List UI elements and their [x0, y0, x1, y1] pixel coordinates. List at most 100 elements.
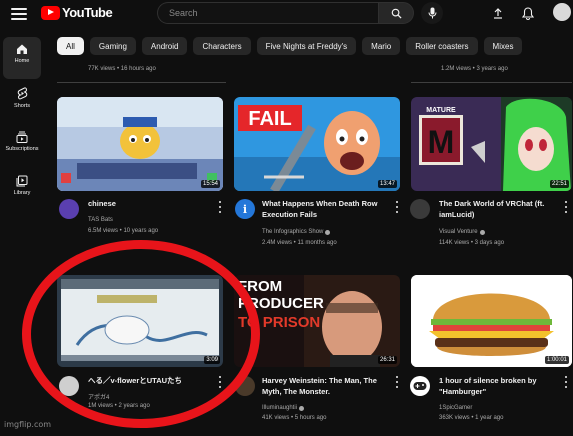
- channel-name-text: Illuminaughtii: [262, 405, 298, 411]
- bell-icon: [522, 6, 534, 20]
- svg-text:M: M: [428, 124, 455, 160]
- more-actions-icon[interactable]: [217, 376, 223, 388]
- thumbnail-text: FAIL: [248, 108, 291, 130]
- top-bar: YouTube Search: [0, 0, 573, 28]
- notifications-button[interactable]: [519, 4, 537, 22]
- duration-badge: 1:00:01: [544, 356, 569, 364]
- duration-badge: 15:54: [200, 180, 220, 188]
- video-title[interactable]: へる／v-flowerとUTAUたち: [88, 375, 216, 386]
- divider: [57, 82, 226, 83]
- sidebar-item-subscriptions[interactable]: Subscriptions: [0, 131, 44, 152]
- create-button[interactable]: [489, 5, 507, 21]
- video-meta: 6.5M views • 10 years ago: [88, 228, 159, 234]
- home-icon: [17, 44, 27, 54]
- sidebar: Home Shorts Subscriptions Library: [0, 28, 44, 436]
- thumbnail-text: MATURE: [426, 107, 456, 114]
- search-placeholder: Search: [169, 8, 198, 18]
- microphone-icon: [428, 7, 436, 19]
- chip-all[interactable]: All: [57, 37, 84, 55]
- weinstein-thumbnail-art: FROM PRODUCER TO PRISON: [234, 275, 400, 367]
- voice-search-button[interactable]: [421, 2, 443, 24]
- duration-badge: 22:51: [549, 180, 569, 188]
- sidebar-item-label: Home: [14, 58, 30, 64]
- youtube-logo[interactable]: YouTube: [41, 5, 113, 20]
- video-title[interactable]: The Dark World of VRChat (ft. iamLucid): [439, 198, 561, 220]
- channel-avatar[interactable]: [410, 376, 430, 396]
- channel-name[interactable]: Visual Venture: [439, 229, 485, 235]
- video-title[interactable]: chinese: [88, 198, 216, 209]
- verified-icon: [479, 229, 485, 235]
- filter-chips: All Gaming Android Characters Five Night…: [57, 37, 523, 55]
- upload-icon: [494, 7, 502, 19]
- chip-roller-coasters[interactable]: Roller coasters: [406, 37, 478, 55]
- more-actions-icon[interactable]: [563, 376, 569, 388]
- channel-avatar[interactable]: [59, 376, 79, 396]
- duration-badge: 13:47: [377, 180, 397, 188]
- chip-android[interactable]: Android: [141, 37, 188, 55]
- video-meta: 1M views • 2 years ago: [88, 403, 150, 409]
- sidebar-item-label: Subscriptions: [5, 146, 39, 152]
- channel-avatar[interactable]: [59, 199, 79, 219]
- chip-gaming[interactable]: Gaming: [89, 37, 136, 55]
- channel-name[interactable]: The Infographics Show: [262, 229, 331, 235]
- verified-icon: [325, 229, 331, 235]
- chip-characters[interactable]: Characters: [193, 37, 251, 55]
- library-icon: [16, 175, 28, 187]
- video-meta: 2.4M views • 11 months ago: [262, 240, 337, 246]
- channel-name-text: TAS Bats: [88, 217, 113, 223]
- imgflip-watermark: imgflip.com: [4, 420, 52, 429]
- chip-mixes[interactable]: Mixes: [483, 37, 523, 55]
- video-meta: 41K views • 5 hours ago: [262, 415, 327, 421]
- search-icon: [391, 8, 402, 19]
- chip-five-nights-at-freddys[interactable]: Five Nights at Freddy's: [256, 37, 357, 55]
- thumbnail-text: FROM: [238, 278, 282, 295]
- divider: [411, 82, 572, 83]
- more-actions-icon[interactable]: [394, 201, 400, 213]
- vrchat-thumbnail-art: M MATURE: [411, 97, 572, 191]
- video-thumbnail[interactable]: FAIL 13:47: [234, 97, 400, 191]
- more-actions-icon[interactable]: [217, 201, 223, 213]
- video-title[interactable]: Harvey Weinstein: The Man, The Myth, The…: [262, 375, 392, 397]
- execution-thumbnail-art: FAIL: [234, 97, 400, 191]
- youtube-play-icon: [41, 5, 60, 20]
- video-thumbnail[interactable]: 15:54: [57, 97, 223, 191]
- menu-icon[interactable]: [11, 6, 27, 20]
- search-input[interactable]: Search: [157, 2, 378, 24]
- channel-name[interactable]: TAS Bats: [88, 217, 113, 223]
- video-meta: 363K views • 1 year ago: [439, 415, 504, 421]
- video-thumbnail[interactable]: FROM PRODUCER TO PRISON 26:31: [234, 275, 400, 367]
- parappa-thumbnail-art: [57, 97, 223, 191]
- sidebar-item-shorts[interactable]: Shorts: [0, 87, 44, 109]
- video-thumbnail[interactable]: 3:09: [57, 275, 223, 367]
- channel-name-text: 1SpicGamer: [439, 405, 473, 411]
- channel-name[interactable]: Illuminaughtii: [262, 405, 305, 411]
- channel-name[interactable]: 1SpicGamer: [439, 405, 472, 411]
- channel-name-text: アポガ4: [88, 395, 110, 401]
- more-actions-icon[interactable]: [563, 201, 569, 213]
- video-meta: 1.2M views • 3 years ago: [441, 66, 508, 72]
- thumbnail-text: TO PRISON: [238, 314, 320, 331]
- channel-name-text: Visual Venture: [439, 229, 478, 235]
- verified-icon: [299, 405, 305, 411]
- video-thumbnail[interactable]: 1:00:01: [411, 275, 572, 367]
- search-button[interactable]: [378, 2, 414, 24]
- logo-text: YouTube: [62, 5, 113, 20]
- video-meta: 77K views • 16 hours ago: [88, 66, 156, 72]
- sidebar-item-label: Shorts: [14, 103, 30, 109]
- channel-avatar[interactable]: [410, 199, 430, 219]
- sidebar-item-library[interactable]: Library: [0, 175, 44, 196]
- chip-mario[interactable]: Mario: [362, 37, 401, 55]
- account-avatar[interactable]: [553, 3, 571, 21]
- chips-fade: [530, 37, 573, 55]
- video-meta: 114K views • 3 days ago: [439, 240, 505, 246]
- video-title[interactable]: What Happens When Death Row Execution Fa…: [262, 198, 394, 220]
- channel-avatar[interactable]: i: [235, 199, 255, 219]
- shorts-icon: [17, 87, 27, 100]
- more-actions-icon[interactable]: [394, 376, 400, 388]
- channel-avatar[interactable]: [235, 376, 255, 396]
- sidebar-item-home[interactable]: Home: [0, 37, 44, 79]
- video-thumbnail[interactable]: M MATURE 22:51: [411, 97, 572, 191]
- gamepad-icon: [413, 382, 427, 390]
- video-title[interactable]: 1 hour of silence broken by "Hamburger": [439, 375, 561, 397]
- channel-name[interactable]: アポガ4: [88, 392, 109, 401]
